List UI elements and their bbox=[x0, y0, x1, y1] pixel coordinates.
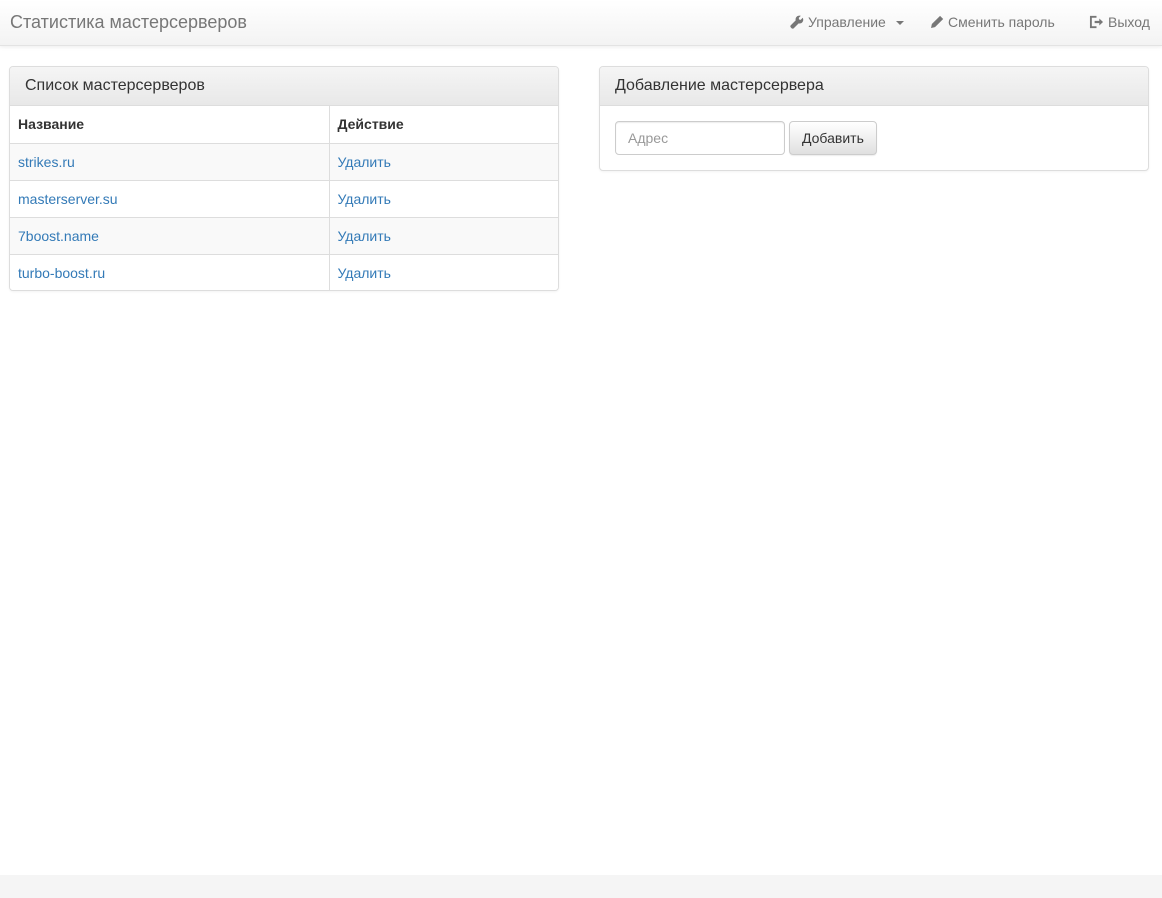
add-server-form: Добавить bbox=[600, 106, 1148, 170]
logout-icon bbox=[1089, 15, 1104, 29]
delete-link[interactable]: Удалить bbox=[338, 154, 391, 170]
delete-link[interactable]: Удалить bbox=[338, 228, 391, 244]
master-server-list-panel: Список мастерсерверов Название Действие … bbox=[9, 66, 559, 291]
column-header-action: Действие bbox=[328, 106, 558, 144]
column-header-name: Название bbox=[10, 106, 329, 144]
pencil-icon bbox=[931, 15, 944, 28]
table-header-row: Название Действие bbox=[10, 106, 558, 144]
delete-link[interactable]: Удалить bbox=[338, 265, 391, 281]
master-server-table: Название Действие strikes.ru Удалить mas… bbox=[10, 106, 558, 290]
server-name-link[interactable]: 7boost.name bbox=[18, 228, 99, 244]
add-button[interactable]: Добавить bbox=[789, 121, 877, 155]
table-row: masterserver.su Удалить bbox=[10, 179, 558, 217]
change-password-label: Сменить пароль bbox=[948, 14, 1055, 30]
footer-bar bbox=[0, 875, 1162, 898]
list-panel-title: Список мастерсерверов bbox=[10, 67, 558, 106]
table-row: turbo-boost.ru Удалить bbox=[10, 253, 558, 290]
manage-dropdown[interactable]: Управление bbox=[790, 13, 904, 31]
server-name-link[interactable]: masterserver.su bbox=[18, 191, 118, 207]
wrench-icon bbox=[790, 15, 804, 29]
server-name-link[interactable]: strikes.ru bbox=[18, 154, 75, 170]
address-input[interactable] bbox=[615, 121, 785, 155]
logout-label: Выход bbox=[1108, 14, 1150, 30]
top-navbar: Статистика мастерсерверов Управление Сме… bbox=[0, 0, 1162, 46]
change-password-link[interactable]: Сменить пароль bbox=[930, 13, 1055, 31]
table-row: 7boost.name Удалить bbox=[10, 216, 558, 254]
server-name-link[interactable]: turbo-boost.ru bbox=[18, 265, 105, 281]
add-panel-title: Добавление мастерсервера bbox=[600, 67, 1148, 106]
delete-link[interactable]: Удалить bbox=[338, 191, 391, 207]
add-master-server-panel: Добавление мастерсервера Добавить bbox=[599, 66, 1149, 171]
table-row: strikes.ru Удалить bbox=[10, 142, 558, 180]
caret-down-icon bbox=[895, 20, 904, 25]
manage-label: Управление bbox=[808, 14, 886, 30]
brand-title[interactable]: Статистика мастерсерверов bbox=[10, 11, 247, 33]
logout-link[interactable]: Выход bbox=[1089, 13, 1150, 31]
